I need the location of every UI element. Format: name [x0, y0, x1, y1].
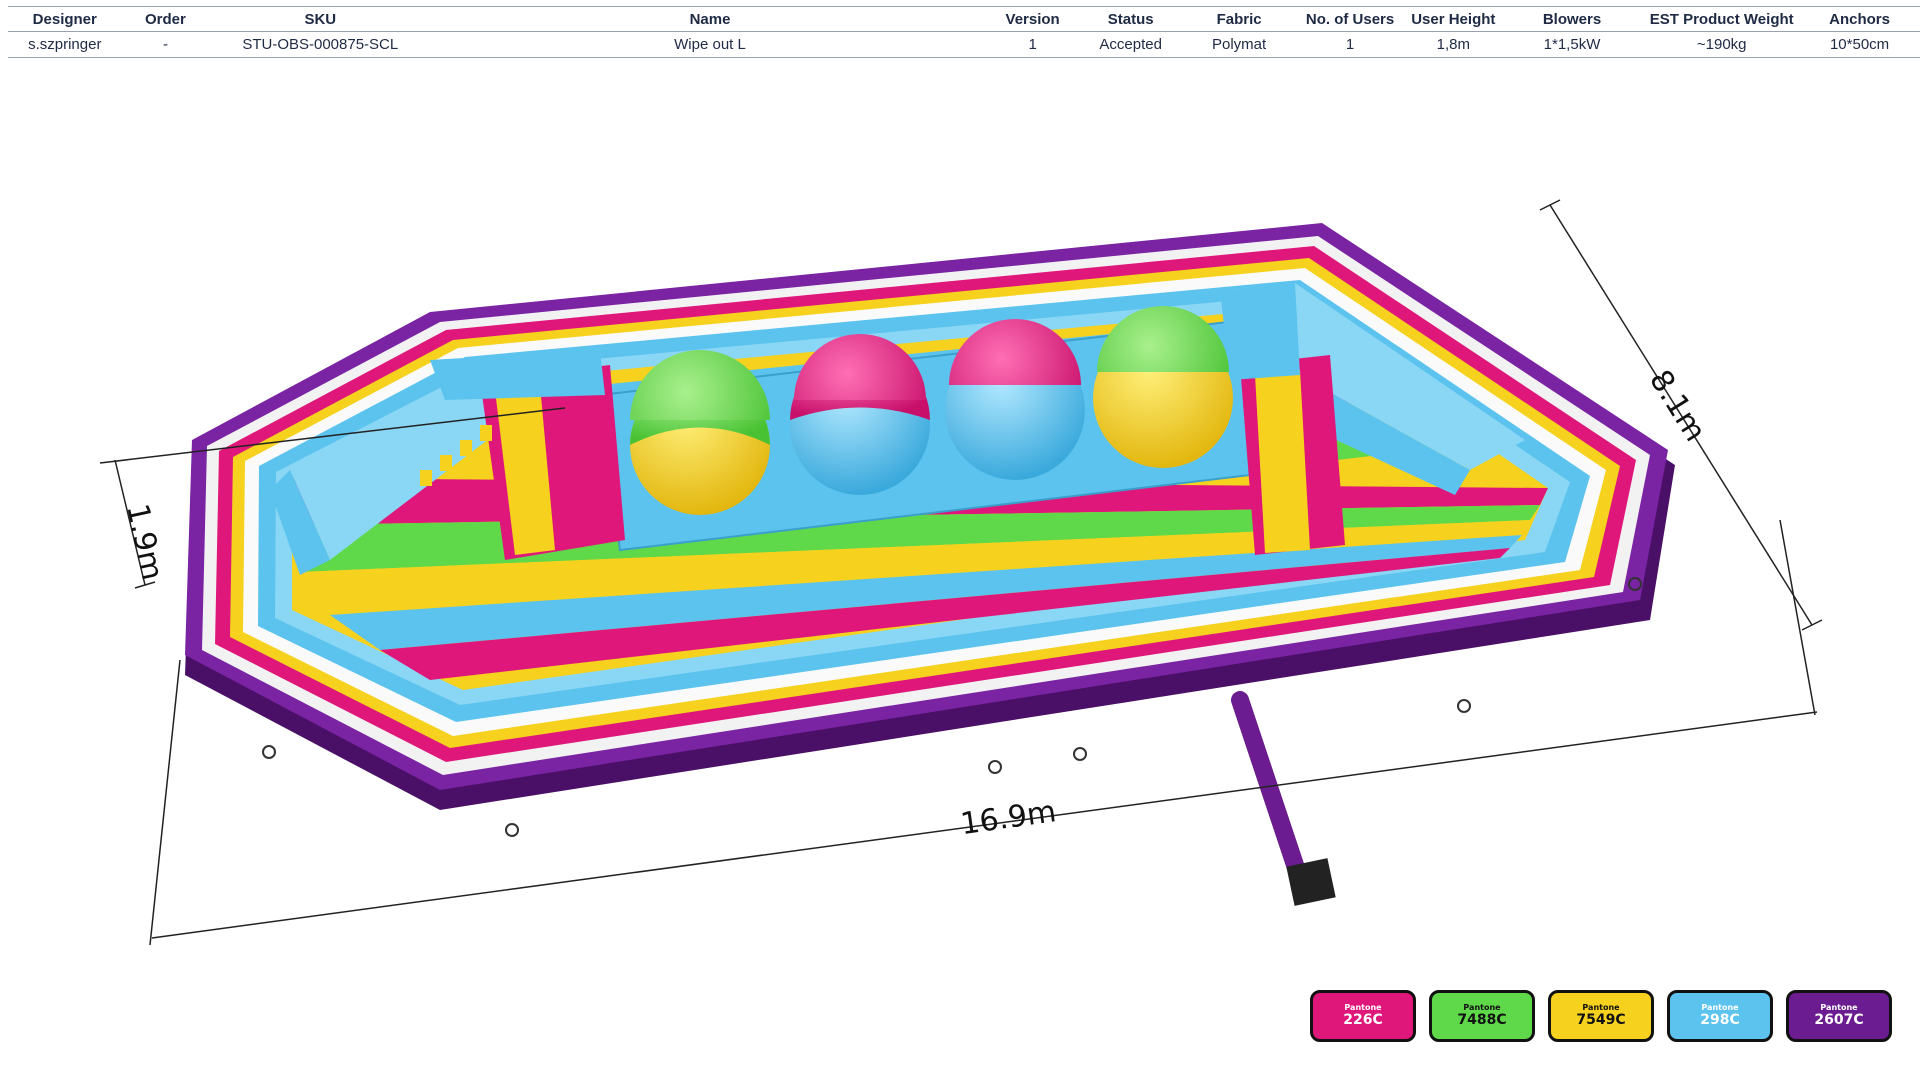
swatch-pink: Pantone 226C: [1310, 990, 1416, 1042]
swatch-yellow: Pantone 7549C: [1548, 990, 1654, 1042]
swatch-blue: Pantone 298C: [1667, 990, 1773, 1042]
blower: [1231, 691, 1336, 906]
width-label: 8.1m: [1642, 364, 1712, 448]
swatch-code: 226C: [1343, 1011, 1383, 1028]
product-render: 8.1m 1.9m 16.9m: [99, 199, 1823, 946]
pantone-swatches: Pantone 226C Pantone 7488C Pantone 7549C…: [1310, 990, 1892, 1042]
ball-4: [1093, 306, 1233, 468]
length-label: 16.9m: [958, 794, 1058, 842]
ball-3: [945, 319, 1085, 480]
swatch-code: 2607C: [1814, 1011, 1864, 1028]
swatch-code: 298C: [1700, 1011, 1740, 1028]
swatch-green: Pantone 7488C: [1429, 990, 1535, 1042]
swatch-purple: Pantone 2607C: [1786, 990, 1892, 1042]
blower-unit: [1286, 858, 1336, 906]
swatch-code: 7549C: [1576, 1011, 1626, 1028]
ball-1: [630, 350, 770, 515]
ball-2: [790, 334, 930, 495]
height-label: 1.9m: [119, 501, 169, 584]
swatch-code: 7488C: [1457, 1011, 1507, 1028]
